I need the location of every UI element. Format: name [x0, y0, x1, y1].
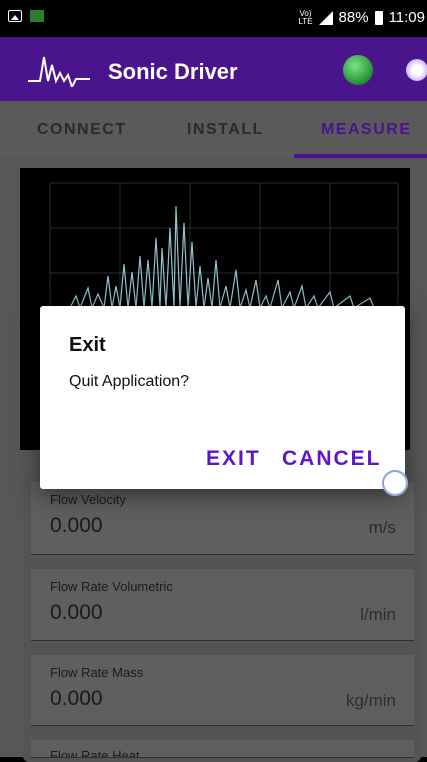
flow-rate-volumetric-unit: l/min [360, 605, 396, 624]
cancel-button[interactable]: CANCEL [282, 447, 382, 471]
flow-velocity-card: Flow Velocity 0.000 m/s [31, 482, 414, 555]
tab-connect[interactable]: CONNECT [37, 121, 127, 139]
dialog-title: Exit [69, 334, 106, 356]
flow-velocity-value: 0.000 [50, 514, 103, 537]
battery-icon [374, 10, 383, 25]
flow-rate-mass-label: Flow Rate Mass [50, 665, 144, 680]
tab-install[interactable]: INSTALL [187, 121, 264, 139]
flow-rate-mass-value: 0.000 [50, 687, 103, 710]
signal-icon [318, 10, 333, 25]
clock: 11:09 [388, 9, 425, 26]
app-title: Sonic Driver [108, 59, 238, 84]
app-bar: Sonic Driver [0, 37, 427, 101]
tab-bar: CONNECT INSTALL MEASURE [0, 101, 427, 158]
data-notification-icon [30, 10, 44, 22]
exit-dialog: Exit Quit Application? EXIT CANCEL [40, 306, 405, 489]
overflow-menu-icon[interactable] [406, 59, 427, 81]
touch-indicator [382, 470, 408, 496]
battery-percent: 88% [338, 9, 369, 26]
image-notification-icon [8, 10, 22, 22]
volte-icon: Vo) LTE [298, 8, 313, 26]
flow-velocity-label: Flow Velocity [50, 492, 126, 507]
connection-status-led-icon [343, 55, 373, 85]
flow-rate-volumetric-card: Flow Rate Volumetric 0.000 l/min [31, 569, 414, 641]
flow-rate-volumetric-label: Flow Rate Volumetric [50, 579, 173, 594]
flow-rate-mass-card: Flow Rate Mass 0.000 kg/min [31, 655, 414, 726]
dialog-message: Quit Application? [69, 373, 190, 390]
flow-rate-mass-unit: kg/min [345, 691, 396, 710]
status-bar: Vo) LTE 88% 11:09 [0, 0, 427, 37]
flow-velocity-unit: m/s [368, 518, 396, 537]
sonic-waveform-logo-icon [28, 56, 90, 87]
tab-measure[interactable]: MEASURE [321, 121, 412, 139]
exit-button[interactable]: EXIT [206, 447, 261, 471]
flow-rate-volumetric-value: 0.000 [50, 601, 103, 624]
flow-rate-heat-card: Flow Rate Heat [31, 740, 414, 758]
